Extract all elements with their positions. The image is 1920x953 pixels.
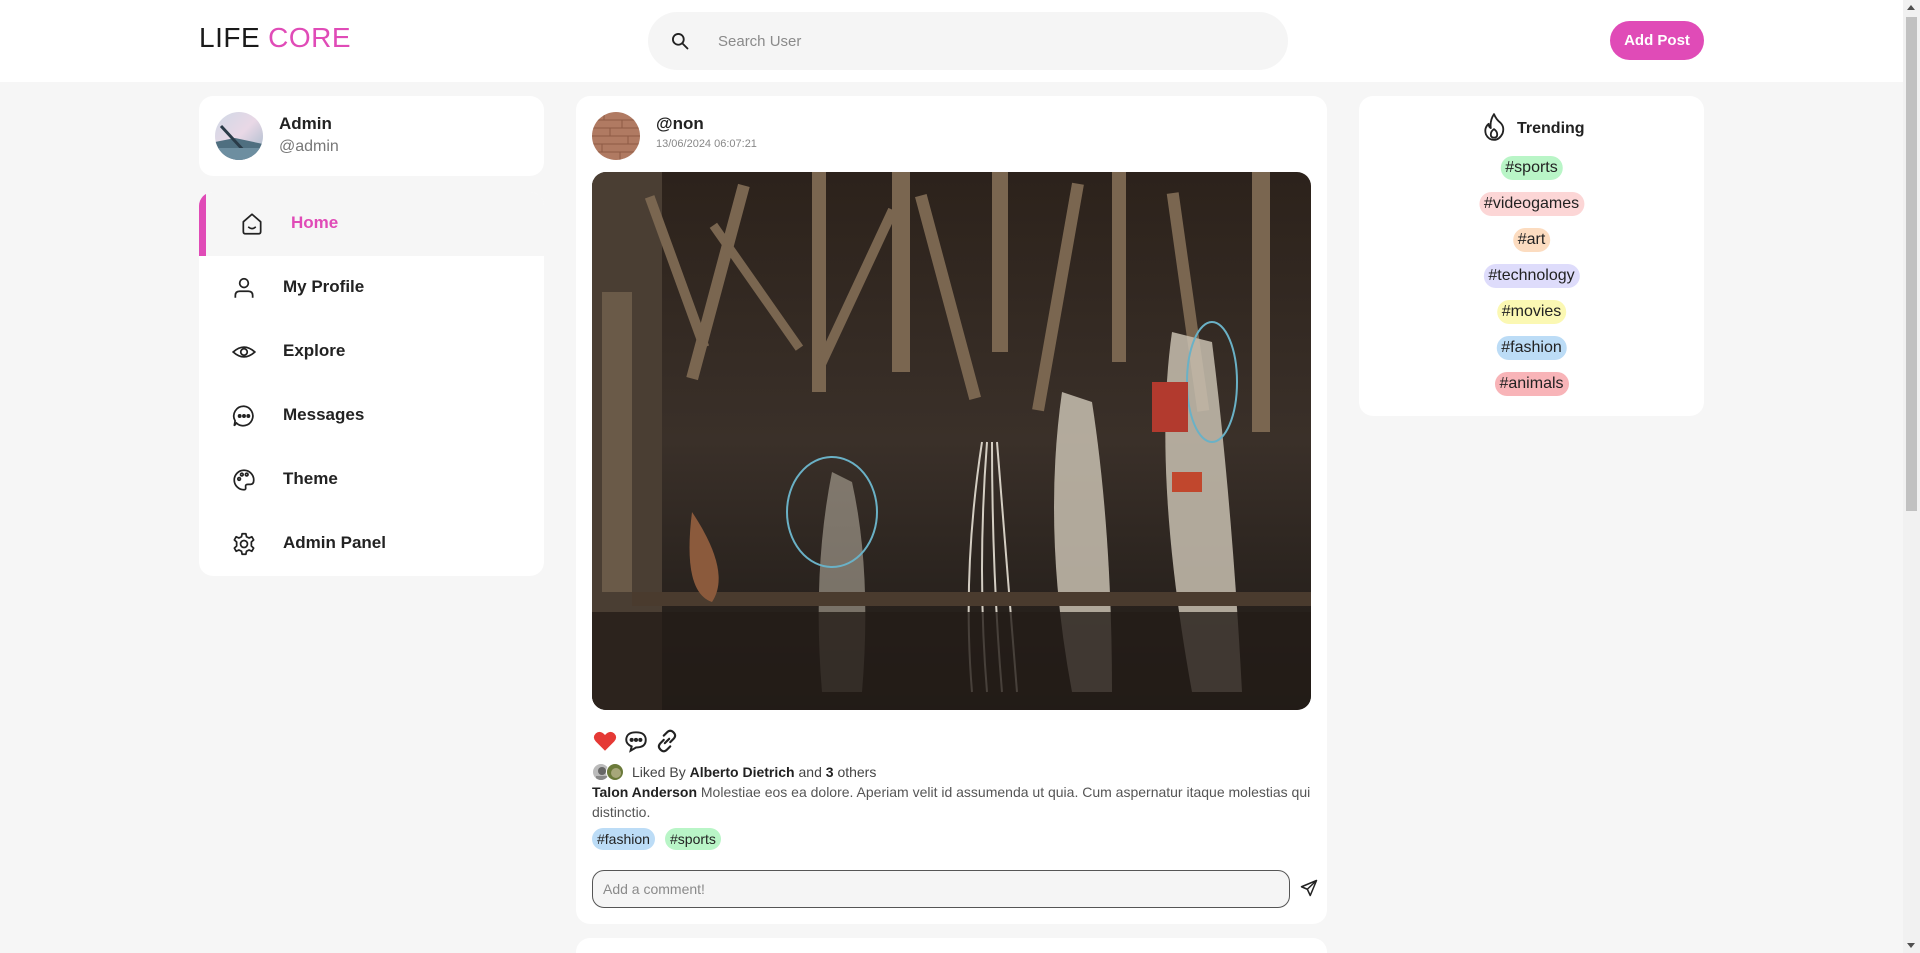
next-post-card — [576, 938, 1327, 953]
sidebar-nav: Home My Profile Explore Messages Theme A… — [199, 192, 544, 576]
logo-accent: CORE — [268, 22, 352, 53]
user-icon — [234, 277, 254, 298]
liked-by-name[interactable]: Alberto Dietrich — [690, 764, 795, 780]
scroll-down-arrow-icon[interactable] — [1907, 943, 1915, 948]
post-caption: Talon Anderson Molestiae eos ea dolore. … — [592, 782, 1311, 822]
page-scrollbar[interactable] — [1903, 0, 1920, 953]
chat-bubble-icon — [232, 405, 254, 427]
liked-by-prefix: Liked By — [632, 764, 686, 780]
add-post-button[interactable]: Add Post — [1610, 21, 1704, 60]
home-icon — [242, 213, 262, 235]
heart-icon[interactable] — [592, 728, 618, 754]
sidebar-item-my-profile[interactable]: My Profile — [199, 256, 544, 320]
search-input[interactable] — [708, 26, 1268, 56]
post-image[interactable] — [592, 172, 1311, 710]
share-link-icon[interactable] — [654, 728, 680, 754]
search-icon[interactable] — [670, 31, 690, 51]
caption-author[interactable]: Talon Anderson — [592, 784, 697, 800]
flame-icon — [1484, 113, 1505, 141]
trending-panel: Trending #sports #videogames #art #techn… — [1359, 96, 1704, 416]
trending-tag-animals[interactable]: #animals — [1494, 372, 1569, 396]
sidebar-item-label: My Profile — [283, 277, 365, 296]
trending-tag-art[interactable]: #art — [1512, 228, 1551, 252]
comment-icon[interactable] — [623, 728, 649, 754]
liked-by-and: and — [798, 764, 822, 780]
liker-avatar — [606, 763, 624, 781]
palette-icon — [233, 469, 255, 491]
post-tag[interactable]: #sports — [665, 828, 721, 850]
logo[interactable]: LIFE CORE — [199, 22, 351, 54]
liked-by-count: 3 — [825, 764, 834, 780]
sidebar-item-label: Messages — [283, 405, 365, 424]
scroll-up-arrow-icon[interactable] — [1907, 5, 1915, 10]
sidebar-item-label: Admin Panel — [283, 533, 386, 552]
sidebar-item-label: Home — [291, 213, 339, 232]
scrollbar-thumb[interactable] — [1906, 17, 1917, 511]
trending-tag-fashion[interactable]: #fashion — [1496, 336, 1567, 360]
eye-icon — [231, 346, 257, 358]
gear-icon — [233, 532, 255, 556]
profile-name: Admin — [279, 114, 332, 133]
comment-box — [592, 870, 1290, 908]
liked-by-suffix: others — [837, 764, 877, 780]
avatar — [215, 112, 263, 160]
post-card: @non 13/06/2024 06:07:21 Liked By Albert… — [576, 96, 1327, 924]
comment-input[interactable] — [593, 871, 1289, 907]
sidebar-item-admin-panel[interactable]: Admin Panel — [199, 512, 544, 576]
liked-by-text: Liked By Alberto Dietrich and 3 others — [632, 764, 876, 780]
trending-tag-sports[interactable]: #sports — [1500, 156, 1563, 180]
post-timestamp: 13/06/2024 06:07:21 — [656, 138, 757, 150]
trending-tag-movies[interactable]: #movies — [1496, 300, 1567, 324]
sidebar-item-label: Theme — [283, 469, 338, 488]
sidebar-item-label: Explore — [283, 341, 346, 360]
profile-card[interactable]: Admin @admin — [199, 96, 544, 176]
trending-title: Trending — [1517, 120, 1585, 137]
top-bar: LIFECORE Add Post — [0, 0, 1920, 82]
logo-primary: LIFE — [199, 22, 261, 53]
send-icon[interactable] — [1299, 878, 1319, 898]
post-author[interactable]: @non — [656, 114, 704, 134]
sidebar-item-messages[interactable]: Messages — [199, 384, 544, 448]
post-tag[interactable]: #fashion — [592, 828, 655, 850]
trending-tag-videogames[interactable]: #videogames — [1478, 192, 1585, 216]
author-avatar[interactable] — [592, 112, 640, 160]
sidebar-item-home[interactable]: Home — [199, 192, 544, 256]
trending-tag-technology[interactable]: #technology — [1483, 264, 1580, 288]
profile-handle: @admin — [279, 138, 339, 155]
caption-text: Molestiae eos ea dolore. Aperiam velit i… — [592, 784, 1311, 820]
sidebar-item-explore[interactable]: Explore — [199, 320, 544, 384]
search-bar — [648, 12, 1288, 70]
sidebar-item-theme[interactable]: Theme — [199, 448, 544, 512]
